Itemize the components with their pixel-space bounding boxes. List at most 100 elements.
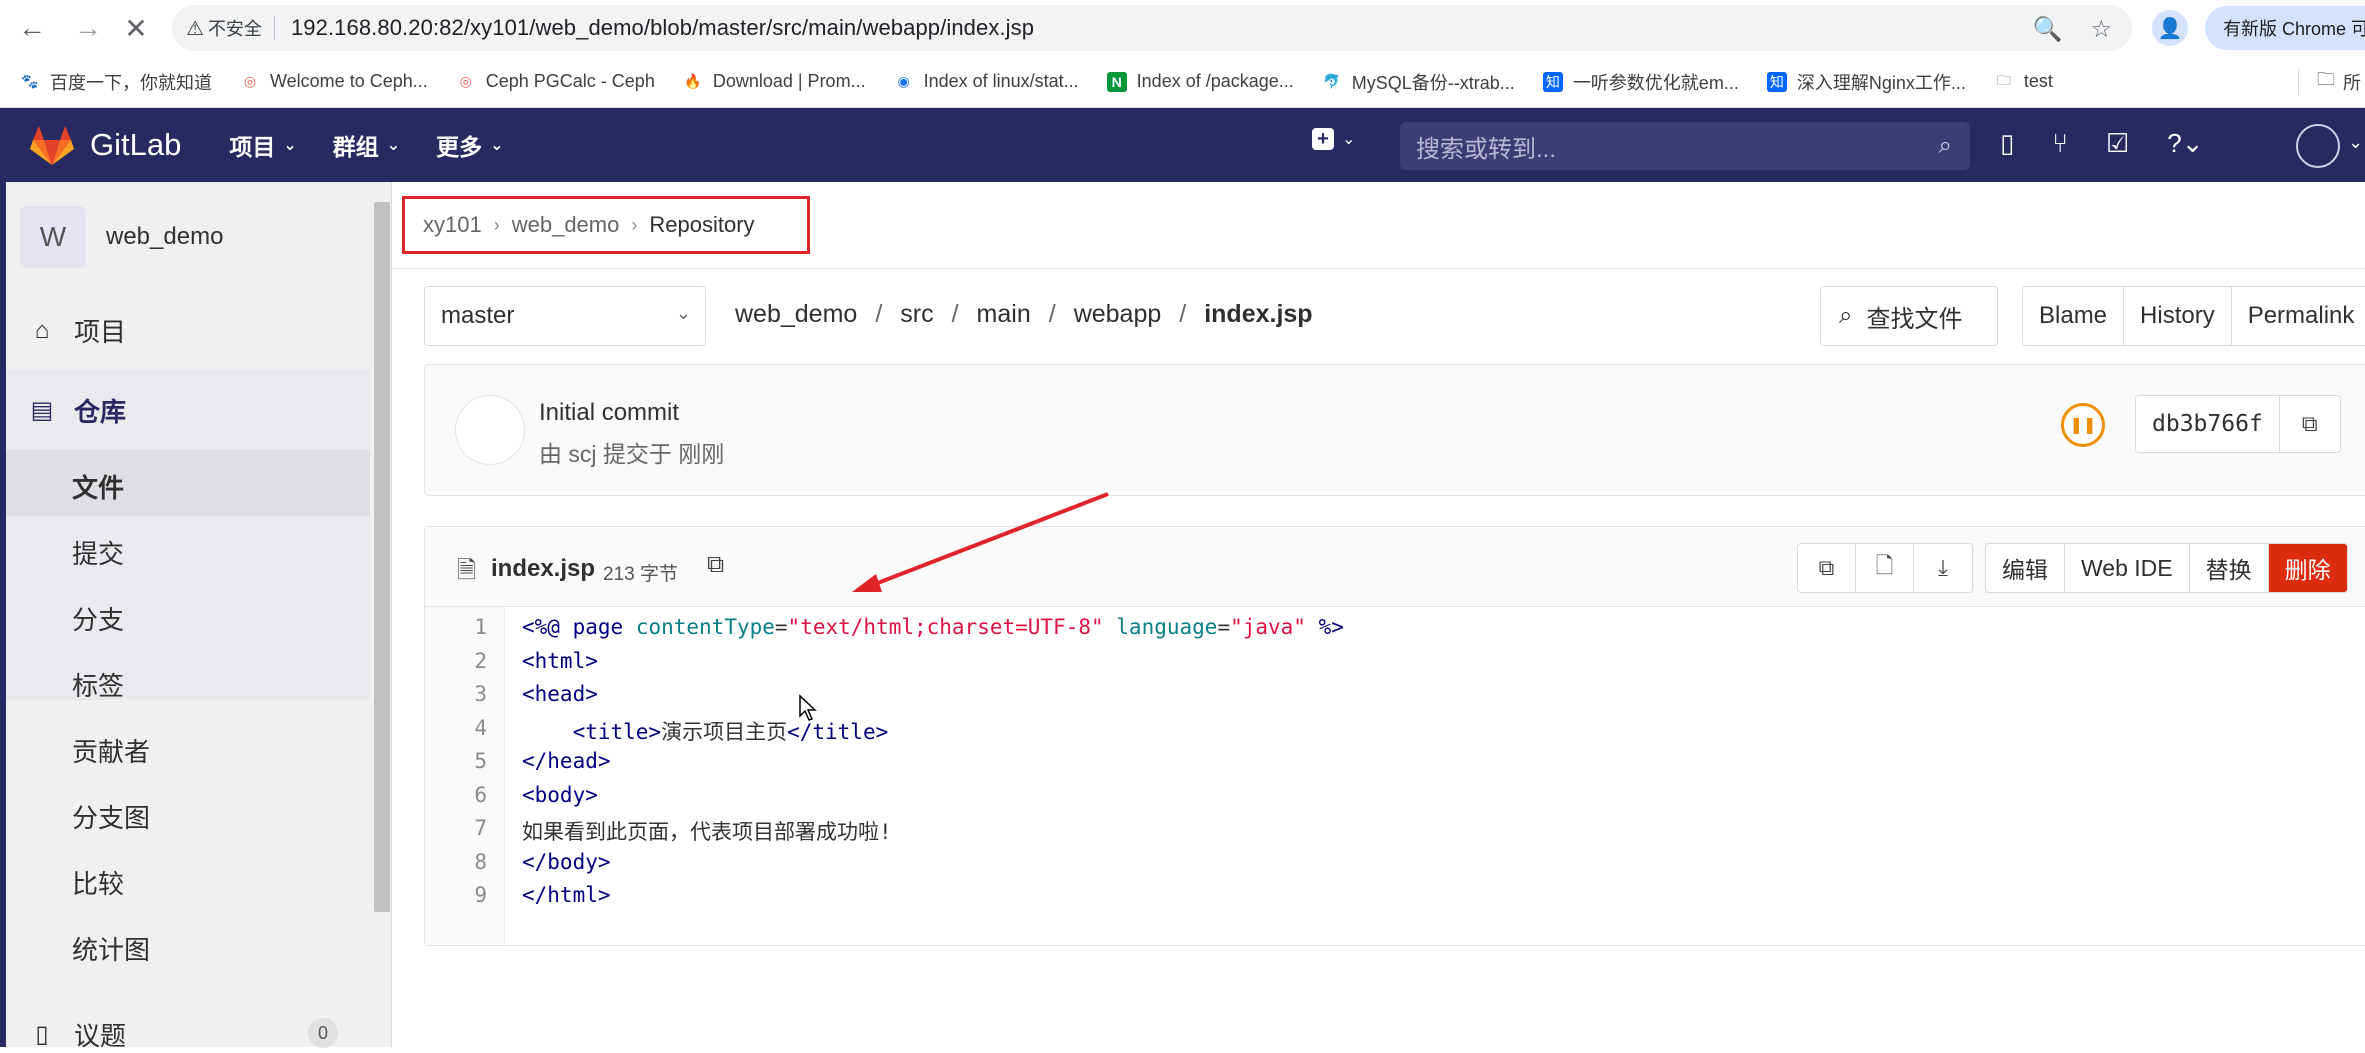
download-icon[interactable]: ⤓ [1914,544,1972,592]
path-current-file[interactable]: index.jsp [1204,300,1312,329]
edit-button[interactable]: 编辑 [1986,544,2065,592]
pipeline-status-icon[interactable]: ❚❚ [2061,403,2105,447]
folder-icon: 🗀 [1996,71,2011,88]
user-avatar[interactable] [2296,124,2340,168]
url-text[interactable]: 192.168.80.20:82/xy101/web_demo/blob/mas… [291,15,1034,41]
menu-groups[interactable]: 群组 ⌄ [333,128,400,162]
copy-icon[interactable]: ⧉ [2280,396,2340,452]
path-segment[interactable]: web_demo [735,300,857,329]
sidebar-sub-commits[interactable]: 提交 [72,534,124,571]
bookmark-star-icon[interactable]: ☆ [2090,15,2112,44]
sidebar-project-link[interactable]: W web_demo [20,206,223,268]
menu-more-label: 更多 [436,134,483,160]
search-icon: ⌕ [1839,302,1853,329]
breadcrumb-project-link[interactable]: web_demo [512,212,620,238]
bookmark-item[interactable]: N Index of /package... [1106,71,1294,92]
sidebar-sub-files[interactable]: 文件 [72,468,124,505]
chrome-update-button[interactable]: 有新版 Chrome 可用 [2205,6,2365,50]
path-segment[interactable]: src [900,300,933,329]
bookmark-item[interactable]: 知深入理解Nginx工作... [1766,69,1966,95]
copy-path-icon[interactable]: ⧉ [707,551,724,579]
line-number[interactable]: 7 [425,816,487,840]
gitlab-home-link[interactable]: GitLab [30,125,181,165]
forward-icon[interactable]: → [64,4,112,52]
line-number[interactable]: 9 [425,883,487,907]
menu-projects[interactable]: 项目 ⌄ [229,128,296,162]
file-icon-actions: ⧉ 🗋 ⤓ [1797,543,1973,593]
menu-more[interactable]: 更多 ⌄ [436,128,503,162]
url-host: 192.168.80.20 [290,15,433,40]
line-number[interactable]: 5 [425,749,487,773]
commit-author-avatar[interactable] [455,395,525,465]
address-bar[interactable]: ⚠ 不安全 192.168.80.20:82/xy101/web_demo/bl… [172,5,2132,51]
commit-sha-group: db3b766f ⧉ [2135,395,2341,453]
path-separator: / [1048,300,1056,328]
sidebar-sub-charts[interactable]: 统计图 [72,930,150,967]
line-number[interactable]: 2 [425,649,487,673]
branch-selector[interactable]: master ⌄ [424,286,706,346]
bookmark-item[interactable]: 🔥 Download | Prom... [683,71,866,92]
zoom-icon[interactable]: 🔍 [2033,15,2063,44]
chevron-down-icon[interactable]: ⌄ [2348,132,2363,153]
security-indicator[interactable]: ⚠ 不安全 [186,15,262,41]
line-number[interactable]: 1 [425,615,487,639]
copy-contents-icon[interactable]: ⧉ [1798,544,1856,592]
web-ide-button[interactable]: Web IDE [2065,544,2190,592]
breadcrumb-group-link[interactable]: xy101 [423,212,482,238]
chevron-right-icon: › [493,214,500,235]
history-button[interactable]: History [2124,287,2232,345]
bookmark-item[interactable]: 🐬 MySQL备份--xtrab... [1322,69,1515,95]
line-number[interactable]: 3 [425,682,487,706]
back-icon[interactable]: ← [8,4,56,52]
bookmark-item[interactable]: ◎ Ceph PGCalc - Ceph [456,71,655,92]
path-separator: / [951,300,959,328]
path-segment[interactable]: main [977,300,1031,329]
permalink-button[interactable]: Permalink [2231,287,2365,345]
bookmark-label: Download | Prom... [712,71,866,91]
sidebar-scrollbar[interactable] [374,202,390,912]
profile-avatar-icon[interactable]: 👤 [2152,10,2188,46]
sidebar-sub-branches[interactable]: 分支 [72,600,124,637]
bookmark-item[interactable]: 🐾 百度一下，你就知道 [20,69,212,95]
commit-title[interactable]: Initial commit [539,399,679,427]
sidebar-item-issues[interactable]: ▯ 议题 [28,1016,126,1053]
sidebar-sub-compare[interactable]: 比较 [72,864,124,901]
merge-request-icon[interactable]: ⑂ [2052,128,2068,159]
branch-name: master [441,302,515,329]
sidebar-sub-tags[interactable]: 标签 [72,666,124,703]
bookmark-item[interactable]: 知一听参数优化就em... [1542,69,1739,95]
open-raw-icon[interactable]: 🗋 [1856,544,1914,592]
sidebar-item-project[interactable]: ⌂ 项目 [28,312,126,349]
search-icon: ⌕ [1938,132,1952,159]
search-input[interactable]: 搜索或转到... ⌕ [1400,122,1970,170]
breadcrumb-current[interactable]: Repository [649,212,754,238]
replace-button[interactable]: 替换 [2190,544,2269,592]
sidebar-item-repository[interactable]: ▤ 仓库 [28,392,126,429]
line-number[interactable]: 4 [425,716,487,740]
bookmark-item[interactable]: ◉ Index of linux/stat... [894,71,1078,92]
line-number[interactable]: 8 [425,850,487,874]
issues-icon[interactable]: ▯ [2000,128,2014,159]
new-dropdown[interactable]: + ⌄ [1312,128,1355,150]
address-separator [273,16,275,40]
stop-loading-icon[interactable]: ✕ [112,4,160,52]
sidebar-sub-graph[interactable]: 分支图 [72,798,150,835]
file-view-buttons: Blame History Permalink [2022,286,2365,346]
todo-icon[interactable]: ☑ [2106,128,2129,159]
commit-sha[interactable]: db3b766f [2136,396,2280,452]
baidu-icon: 🐾 [21,73,39,89]
blame-button[interactable]: Blame [2023,287,2125,345]
header-divider [392,268,2365,269]
help-icon[interactable]: ?⌄ [2167,128,2203,159]
code-line: <title>演示项目主页</title> [572,719,889,744]
bookmark-item[interactable]: 🗀 test [1994,71,2053,92]
project-name: web_demo [106,223,224,250]
delete-button[interactable]: 删除 [2268,544,2347,592]
bookmark-item[interactable]: ◎ Welcome to Ceph... [240,71,428,92]
find-file-button[interactable]: ⌕ 查找文件 [1820,286,1998,346]
other-bookmarks[interactable]: 🗀 所 [2298,56,2365,108]
path-segment[interactable]: webapp [1074,300,1162,329]
code-line: <head> [522,682,598,706]
line-number[interactable]: 6 [425,783,487,807]
sidebar-sub-contributors[interactable]: 贡献者 [72,732,150,769]
